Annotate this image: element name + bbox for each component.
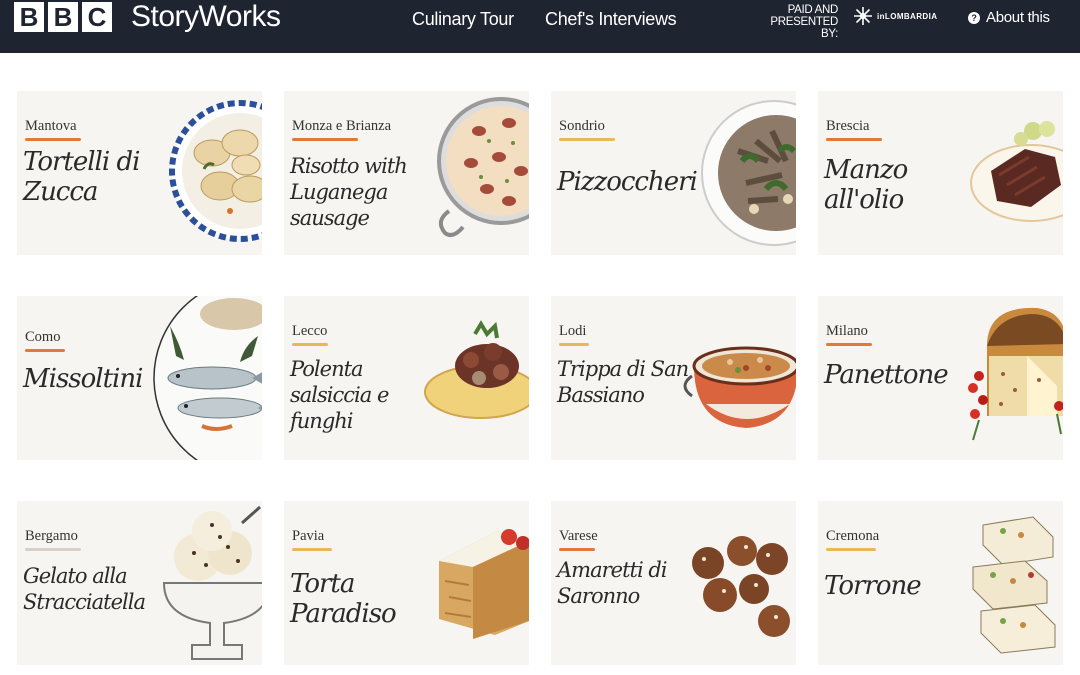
region-label: Milano bbox=[826, 323, 868, 339]
dish-title: Panettone bbox=[824, 360, 949, 390]
amaretti-illustration bbox=[692, 536, 790, 637]
logo-letter-b1: B bbox=[14, 2, 44, 32]
region-underline bbox=[292, 548, 332, 551]
panettone-illustration bbox=[968, 307, 1063, 441]
trippa-pot-illustration bbox=[683, 346, 796, 428]
nav-chefs-interviews[interactable]: Chef's Interviews bbox=[545, 9, 677, 30]
missoltini-fish-illustration bbox=[153, 296, 262, 460]
dish-card-varese[interactable]: Varese Amaretti di Saronno bbox=[551, 501, 796, 665]
dish-card-cremona[interactable]: Cremona Torrone bbox=[818, 501, 1063, 665]
dish-card-lodi[interactable]: Lodi Trippa di San Bassiano bbox=[551, 296, 796, 460]
pizzoccheri-plate-illustration bbox=[701, 100, 796, 246]
dish-card-grid: Mantova Tortelli di Zucca Monza e Brianz… bbox=[17, 91, 1065, 666]
region-label: Cremona bbox=[826, 528, 880, 544]
region-underline bbox=[25, 349, 65, 352]
region-underline bbox=[559, 343, 589, 346]
region-label: Como bbox=[25, 329, 61, 345]
dish-card-mantova[interactable]: Mantova Tortelli di Zucca bbox=[17, 91, 262, 255]
dish-card-como[interactable]: Como Missoltini bbox=[17, 296, 262, 460]
region-underline bbox=[25, 138, 81, 141]
region-label: Lecco bbox=[292, 323, 328, 339]
region-underline bbox=[25, 548, 81, 551]
nav-culinary-tour[interactable]: Culinary Tour bbox=[412, 9, 514, 30]
dish-card-lecco[interactable]: Lecco Polenta salsiccia e funghi bbox=[284, 296, 529, 460]
region-label: Lodi bbox=[559, 323, 587, 339]
region-label: Brescia bbox=[826, 118, 870, 134]
tortelli-plate-illustration bbox=[169, 100, 262, 242]
sponsor-star-icon bbox=[854, 7, 872, 25]
region-label: Sondrio bbox=[559, 118, 605, 134]
dish-card-milano[interactable]: Milano Panettone bbox=[818, 296, 1063, 460]
region-label: Varese bbox=[559, 528, 598, 544]
dish-card-monza-e-brianza[interactable]: Monza e Brianza Risotto with Luganega sa… bbox=[284, 91, 529, 255]
logo-letter-b2: B bbox=[48, 2, 78, 32]
gelato-cup-illustration bbox=[162, 505, 262, 660]
top-navigation-bar: B B C StoryWorks Culinary Tour Chef's In… bbox=[0, 0, 1080, 53]
region-label: Bergamo bbox=[25, 528, 78, 544]
region-underline bbox=[826, 548, 876, 551]
region-underline bbox=[559, 548, 595, 551]
risotto-pan-illustration bbox=[437, 97, 529, 237]
sponsor-name: inLOMBARDIA bbox=[877, 11, 938, 21]
region-underline bbox=[826, 138, 882, 141]
polenta-illustration bbox=[424, 320, 529, 419]
question-icon: ? bbox=[968, 11, 980, 24]
dish-card-pavia[interactable]: Pavia Torta Paradiso bbox=[284, 501, 529, 665]
region-label: Monza e Brianza bbox=[292, 118, 392, 134]
bbc-logo[interactable]: B B C bbox=[14, 2, 112, 32]
region-underline bbox=[292, 138, 358, 141]
region-label: Pavia bbox=[292, 528, 325, 544]
about-this-link[interactable]: ? About this bbox=[968, 9, 1050, 26]
region-underline bbox=[292, 343, 328, 346]
region-label: Mantova bbox=[25, 118, 77, 134]
sponsor-logo[interactable]: inLOMBARDIA bbox=[853, 6, 937, 26]
dish-card-brescia[interactable]: Brescia Manzo all'olio bbox=[818, 91, 1063, 255]
dish-card-sondrio[interactable]: Sondrio Pizzoccheri bbox=[551, 91, 796, 255]
torrone-illustration bbox=[972, 516, 1056, 654]
logo-letter-c: C bbox=[82, 2, 112, 32]
about-label: About this bbox=[986, 9, 1050, 26]
paid-by-label: PAID AND PRESENTED BY: bbox=[770, 4, 838, 40]
dish-card-bergamo[interactable]: Bergamo Gelato alla Stracciatella bbox=[17, 501, 262, 665]
manzo-plate-illustration bbox=[970, 121, 1063, 222]
region-underline bbox=[559, 138, 615, 141]
torta-paradiso-illustration bbox=[439, 529, 529, 639]
storyworks-brand[interactable]: StoryWorks bbox=[131, 0, 281, 34]
region-underline bbox=[826, 343, 872, 346]
